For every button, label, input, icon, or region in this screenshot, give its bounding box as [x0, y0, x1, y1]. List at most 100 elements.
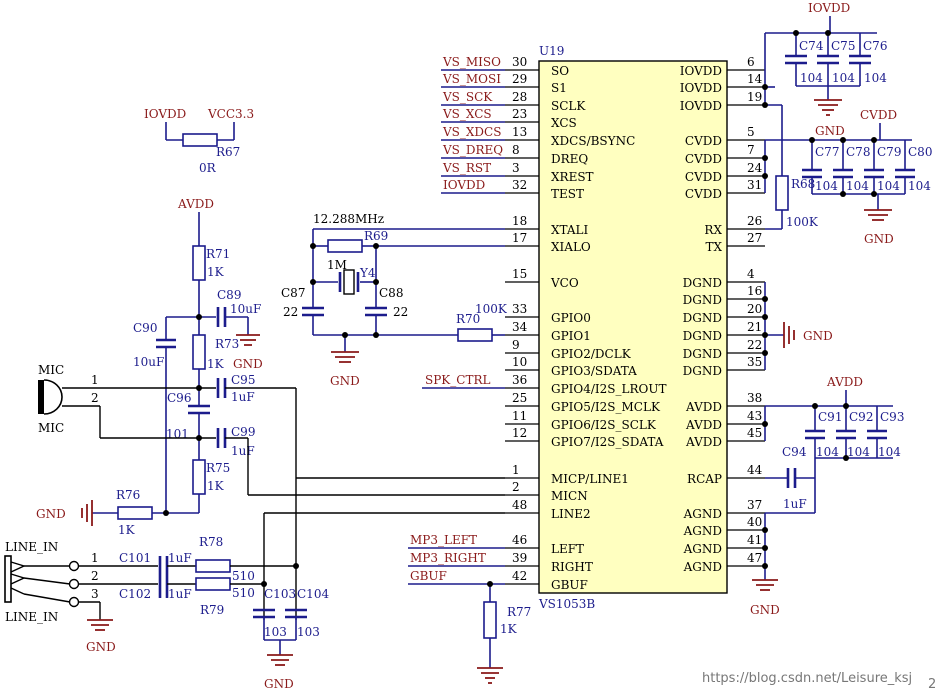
svg-text:AGND: AGND: [683, 542, 722, 556]
svg-text:IOVDD: IOVDD: [144, 107, 186, 121]
svg-text:1uF: 1uF: [231, 444, 255, 458]
svg-text:7: 7: [747, 143, 755, 157]
svg-text:DGND: DGND: [683, 364, 722, 378]
svg-text:MIC: MIC: [38, 421, 64, 435]
svg-text:C78: C78: [846, 145, 870, 159]
svg-text:C101: C101: [119, 551, 151, 565]
svg-text:AVDD: AVDD: [685, 418, 722, 432]
svg-text:0R: 0R: [199, 161, 217, 175]
svg-text:XCS: XCS: [551, 116, 577, 130]
svg-text:GND: GND: [233, 357, 263, 371]
svg-text:47: 47: [747, 551, 762, 565]
svg-text:2: 2: [512, 480, 520, 494]
svg-text:C91: C91: [818, 410, 842, 424]
svg-text:R77: R77: [507, 605, 531, 619]
svg-text:R78: R78: [199, 535, 223, 549]
svg-text:C103: C103: [264, 587, 296, 601]
svg-text:100K: 100K: [475, 302, 508, 316]
svg-text:VS_MISO: VS_MISO: [442, 55, 501, 69]
svg-text:30: 30: [512, 55, 527, 69]
svg-text:LEFT: LEFT: [551, 542, 584, 556]
svg-text:48: 48: [512, 498, 527, 512]
svg-text:DGND: DGND: [683, 347, 722, 361]
svg-text:C89: C89: [217, 288, 241, 302]
svg-text:GPIO7/I2S_SDATA: GPIO7/I2S_SDATA: [551, 435, 664, 449]
svg-text:RX: RX: [704, 223, 722, 237]
svg-text:C80: C80: [908, 145, 932, 159]
svg-text:26: 26: [747, 214, 762, 228]
svg-text:S1: S1: [551, 81, 567, 95]
corner-mark: 2: [928, 677, 936, 692]
svg-text:103: 103: [297, 625, 320, 639]
svg-text:MICN: MICN: [551, 489, 588, 503]
svg-text:104: 104: [800, 71, 823, 85]
svg-text:3: 3: [91, 587, 99, 601]
svg-text:104: 104: [908, 179, 931, 193]
svg-text:104: 104: [815, 179, 838, 193]
svg-text:18: 18: [512, 214, 527, 228]
svg-text:5: 5: [747, 125, 755, 139]
svg-text:R79: R79: [200, 603, 224, 617]
svg-text:C88: C88: [379, 286, 403, 300]
svg-text:21: 21: [747, 320, 762, 334]
svg-text:1: 1: [91, 551, 99, 565]
r68: R68 100K: [765, 104, 819, 230]
svg-text:17: 17: [512, 231, 527, 245]
svg-text:DGND: DGND: [683, 276, 722, 290]
svg-text:C92: C92: [849, 410, 873, 424]
svg-text:IOVDD: IOVDD: [680, 64, 722, 78]
svg-text:104: 104: [832, 71, 855, 85]
svg-text:15: 15: [512, 267, 527, 281]
svg-text:C104: C104: [297, 587, 329, 601]
svg-text:DGND: DGND: [683, 293, 722, 307]
svg-text:46: 46: [512, 533, 527, 547]
svg-text:C74: C74: [799, 39, 824, 53]
svg-text:24: 24: [747, 161, 763, 175]
svg-text:TX: TX: [705, 240, 722, 254]
svg-text:C102: C102: [119, 587, 151, 601]
svg-text:VS_SCK: VS_SCK: [442, 90, 493, 104]
svg-text:22: 22: [393, 305, 408, 319]
svg-text:RIGHT: RIGHT: [551, 560, 593, 574]
svg-text:CVDD: CVDD: [685, 152, 722, 166]
svg-text:20: 20: [747, 302, 762, 316]
svg-text:1K: 1K: [500, 622, 518, 636]
svg-text:AGND: AGND: [683, 507, 722, 521]
svg-text:GPIO4/I2S_LROUT: GPIO4/I2S_LROUT: [551, 382, 666, 396]
svg-text:43: 43: [747, 409, 762, 423]
svg-text:41: 41: [747, 533, 762, 547]
svg-text:GND: GND: [36, 507, 66, 521]
svg-text:MP3_LEFT: MP3_LEFT: [410, 533, 477, 547]
watermark-text: https://blog.csdn.net/Leisure_ksj: [702, 671, 912, 686]
svg-text:SO: SO: [551, 64, 569, 78]
c94: C94 1uF: [765, 445, 816, 514]
svg-text:C93: C93: [880, 410, 904, 424]
svg-text:GBUF: GBUF: [410, 569, 447, 583]
svg-text:C75: C75: [831, 39, 855, 53]
svg-text:XREST: XREST: [551, 170, 594, 184]
svg-text:13: 13: [512, 125, 527, 139]
svg-text:6: 6: [747, 55, 755, 69]
svg-text:42: 42: [512, 569, 527, 583]
svg-text:2: 2: [91, 569, 99, 583]
svg-text:27: 27: [747, 231, 762, 245]
svg-text:104: 104: [846, 179, 869, 193]
svg-text:VS_MOSI: VS_MOSI: [442, 72, 501, 86]
svg-text:DGND: DGND: [683, 311, 722, 325]
svg-text:MP3_RIGHT: MP3_RIGHT: [410, 551, 486, 565]
svg-text:SPK_CTRL: SPK_CTRL: [425, 373, 490, 387]
svg-text:25: 25: [512, 391, 527, 405]
svg-text:1K: 1K: [207, 479, 225, 493]
svg-text:R73: R73: [215, 337, 239, 351]
chip-ref: U19: [539, 44, 564, 58]
svg-text:C76: C76: [863, 39, 887, 53]
svg-text:2: 2: [91, 391, 99, 405]
svg-text:IOVDD: IOVDD: [808, 1, 850, 15]
crystal: 12.288MHz R69 1M Y4 C87 22 C88 22 GND R7…: [281, 212, 508, 388]
svg-text:R68: R68: [791, 177, 815, 191]
svg-text:GPIO3/SDATA: GPIO3/SDATA: [551, 364, 637, 378]
svg-text:TEST: TEST: [551, 187, 584, 201]
svg-text:104: 104: [877, 179, 900, 193]
svg-text:GPIO1: GPIO1: [551, 329, 591, 343]
svg-text:510: 510: [232, 569, 255, 583]
